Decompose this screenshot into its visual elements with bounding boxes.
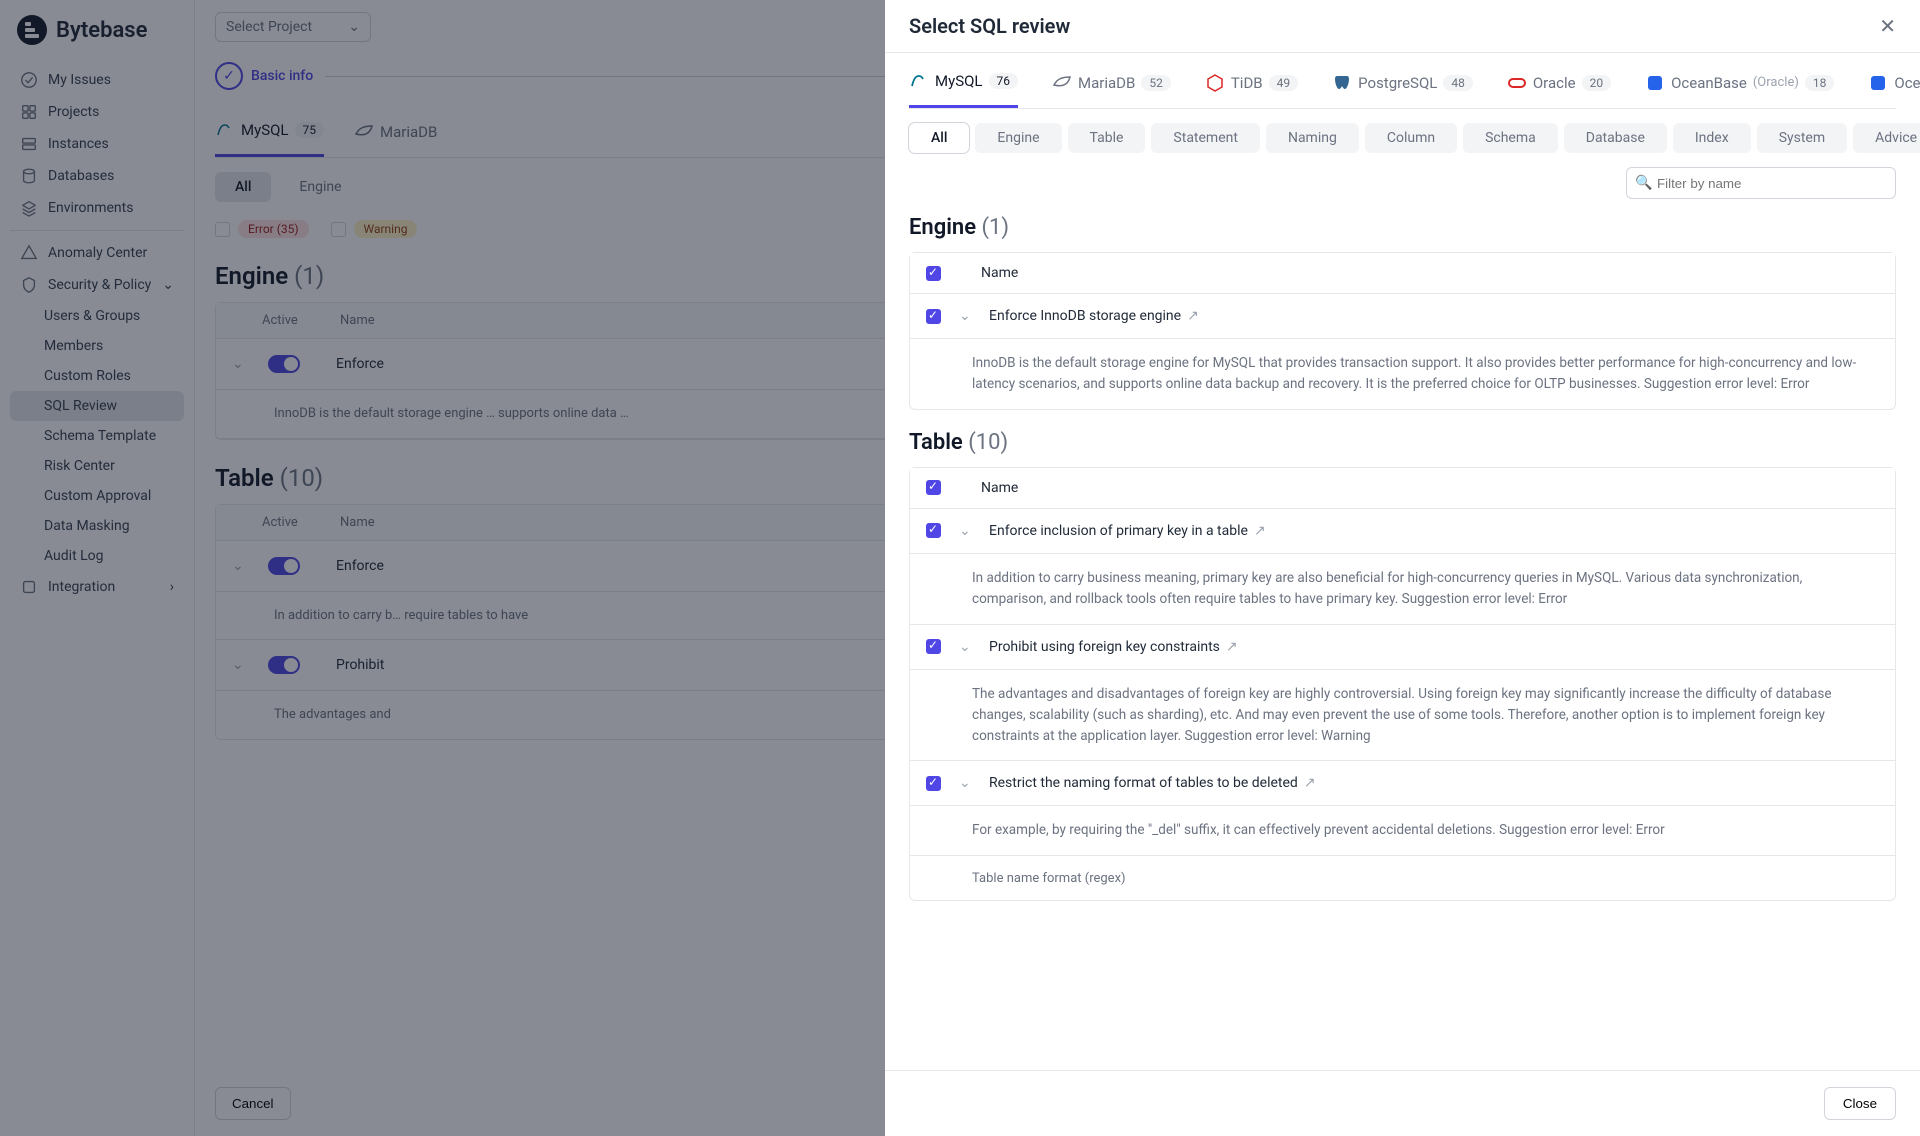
oceanbase-icon: [1868, 73, 1888, 93]
rule-link[interactable]: Restrict the naming format of tables to …: [989, 775, 1298, 791]
mcat-column[interactable]: Column: [1365, 123, 1457, 153]
mcat-schema[interactable]: Schema: [1463, 123, 1558, 153]
rule-row[interactable]: ⌄ Enforce InnoDB storage engine ↗: [910, 294, 1895, 339]
rule-field-row: Table name format (regex): [910, 856, 1895, 900]
rule-desc: In addition to carry business meaning, p…: [910, 554, 1895, 625]
modal-section-table: Table (10) Name ⌄Enforce inclusion of pr…: [909, 430, 1896, 902]
rule-link[interactable]: Prohibit using foreign key constraints: [989, 639, 1220, 655]
mariadb-icon: [1052, 73, 1072, 93]
mcat-naming[interactable]: Naming: [1266, 123, 1359, 153]
select-all-checkbox[interactable]: [926, 480, 941, 495]
chevron-down-icon[interactable]: ⌄: [959, 308, 975, 324]
modal-cat-tabs: All Engine Table Statement Naming Column…: [909, 123, 1896, 153]
mtab-mysql[interactable]: MySQL76: [909, 53, 1018, 108]
external-link-icon[interactable]: ↗: [1226, 639, 1238, 655]
mcat-advice[interactable]: Advice: [1853, 123, 1920, 153]
mtab-postgresql[interactable]: PostgreSQL48: [1332, 53, 1473, 108]
col-name: Name: [981, 265, 1018, 281]
rule-row[interactable]: ⌄ Restrict the naming format of tables to…: [910, 761, 1895, 806]
search-icon: 🔍: [1635, 175, 1652, 191]
rule-link[interactable]: Enforce inclusion of primary key in a ta…: [989, 523, 1248, 539]
modal-title: Select SQL review: [909, 14, 1070, 38]
mcat-index[interactable]: Index: [1673, 123, 1751, 153]
close-icon[interactable]: ✕: [1879, 14, 1896, 38]
close-button[interactable]: Close: [1824, 1087, 1896, 1120]
mtab-oracle[interactable]: Oracle20: [1507, 53, 1611, 108]
chevron-down-icon[interactable]: ⌄: [959, 775, 975, 791]
oceanbase-icon: [1645, 73, 1665, 93]
rule-checkbox[interactable]: [926, 523, 941, 538]
mcat-all[interactable]: All: [909, 123, 969, 153]
mcat-statement[interactable]: Statement: [1151, 123, 1260, 153]
mtab-oceanbase[interactable]: OceanBase: [1868, 53, 1920, 108]
rule-row[interactable]: ⌄ Prohibit using foreign key constraints ↗: [910, 625, 1895, 670]
external-link-icon[interactable]: ↗: [1254, 523, 1266, 539]
rule-desc: InnoDB is the default storage engine for…: [910, 339, 1895, 409]
chevron-down-icon[interactable]: ⌄: [959, 523, 975, 539]
chevron-down-icon[interactable]: ⌄: [959, 639, 975, 655]
rule-desc: The advantages and disadvantages of fore…: [910, 670, 1895, 762]
tidb-icon: [1205, 73, 1225, 93]
mcat-database[interactable]: Database: [1564, 123, 1667, 153]
external-link-icon[interactable]: ↗: [1304, 775, 1316, 791]
mcat-engine[interactable]: Engine: [975, 123, 1061, 153]
rule-desc: For example, by requiring the "_del" suf…: [910, 806, 1895, 856]
rule-checkbox[interactable]: [926, 639, 941, 654]
mtab-mariadb[interactable]: MariaDB52: [1052, 53, 1171, 108]
mysql-icon: [909, 71, 929, 91]
col-name: Name: [981, 480, 1018, 496]
mcat-table[interactable]: Table: [1068, 123, 1146, 153]
postgresql-icon: [1332, 73, 1352, 93]
select-all-checkbox[interactable]: [926, 266, 941, 281]
rule-checkbox[interactable]: [926, 776, 941, 791]
external-link-icon[interactable]: ↗: [1187, 308, 1199, 324]
rule-row[interactable]: ⌄ Enforce inclusion of primary key in a t…: [910, 509, 1895, 554]
modal-section-engine: Engine (1) Name ⌄Enforce InnoDB storage …: [909, 215, 1896, 410]
modal-select-sql-review: Select SQL review ✕ MySQL76 MariaDB52 Ti…: [885, 0, 1920, 1136]
rule-link[interactable]: Enforce InnoDB storage engine: [989, 308, 1181, 324]
oracle-icon: [1507, 73, 1527, 93]
search-input[interactable]: [1626, 167, 1896, 199]
mtab-tidb[interactable]: TiDB49: [1205, 53, 1298, 108]
field-label: Table name format (regex): [972, 871, 1126, 886]
mtab-oceanbase-oracle[interactable]: OceanBase(Oracle)18: [1645, 53, 1834, 108]
modal-db-tabs: MySQL76 MariaDB52 TiDB49 PostgreSQL48 Or…: [909, 53, 1896, 109]
rule-checkbox[interactable]: [926, 309, 941, 324]
mcat-system[interactable]: System: [1757, 123, 1847, 153]
